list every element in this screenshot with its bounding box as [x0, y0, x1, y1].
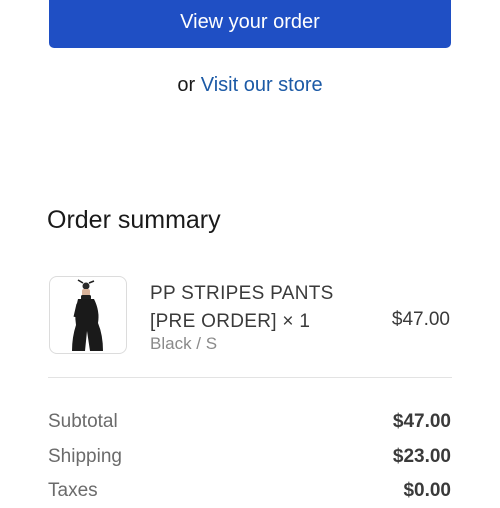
- shipping-value: $23.00: [392, 446, 451, 467]
- taxes-label: Taxes: [48, 480, 98, 501]
- subtotal-value: $47.00: [392, 411, 451, 432]
- summary-divider: [48, 377, 452, 378]
- visit-store-line: or Visit our store: [0, 74, 500, 97]
- subtotal-label: Subtotal: [48, 411, 118, 432]
- visit-store-link[interactable]: Visit our store: [201, 74, 323, 96]
- product-name: PP STRIPES PANTS [PRE ORDER] × 1: [150, 283, 334, 332]
- taxes-value: $0.00: [403, 480, 451, 501]
- shipping-row: Shipping $23.00: [48, 446, 451, 474]
- order-summary-title: Order summary: [47, 206, 221, 234]
- subtotal-row: Subtotal $47.00: [48, 411, 451, 439]
- shipping-label: Shipping: [48, 446, 122, 467]
- product-image: [72, 279, 103, 351]
- taxes-row: Taxes $0.00: [48, 480, 451, 508]
- visit-store-prefix: or: [177, 74, 196, 96]
- product-thumbnail: [49, 276, 127, 354]
- view-order-button[interactable]: View your order: [49, 0, 451, 48]
- product-price: $47.00: [391, 309, 450, 330]
- product-variant: Black / S: [150, 334, 218, 353]
